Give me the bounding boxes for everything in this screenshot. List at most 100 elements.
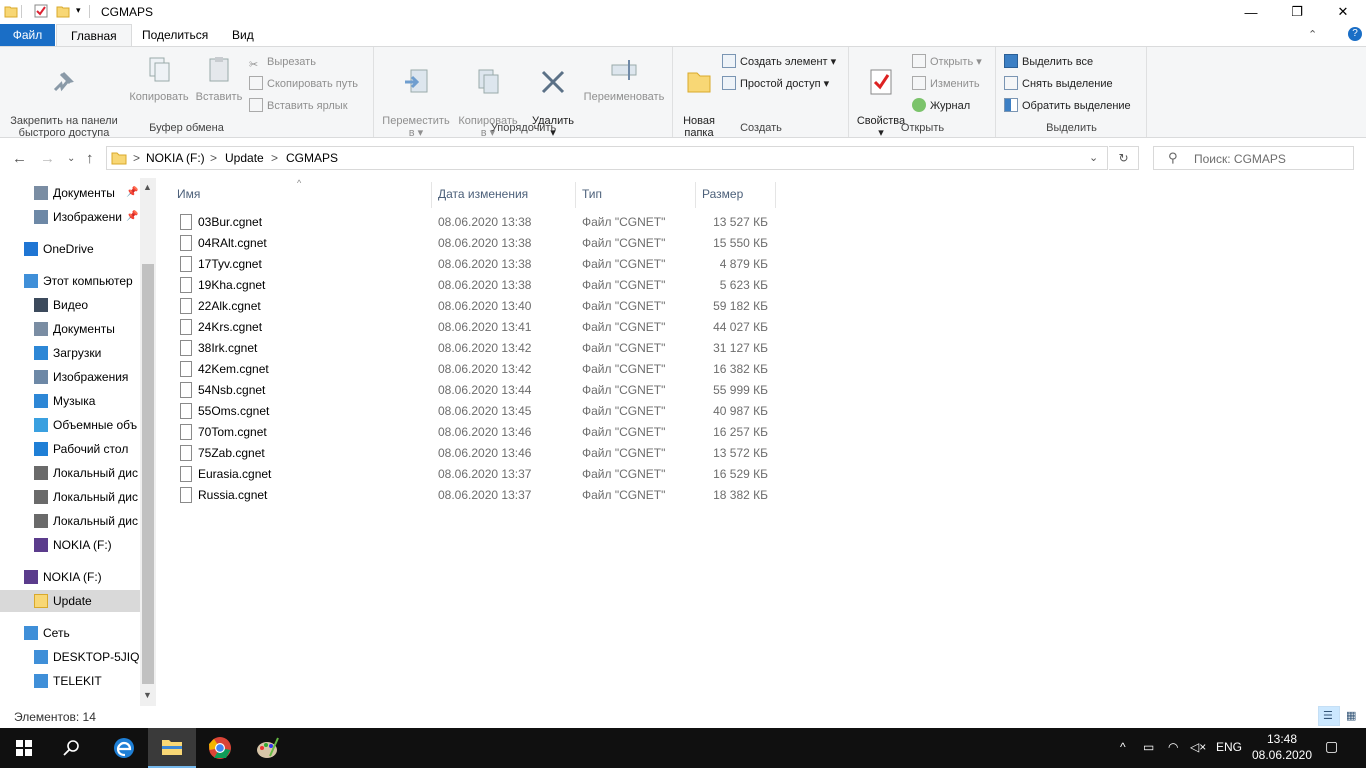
- up-arrow-icon[interactable]: ↑: [86, 150, 94, 167]
- new-item-button[interactable]: Создать элемент ▾: [722, 52, 836, 72]
- rename-button[interactable]: Переименовать: [579, 51, 669, 103]
- tab-home[interactable]: Главная: [56, 24, 132, 47]
- breadcrumb-drive[interactable]: NOKIA (F:): [146, 151, 205, 165]
- taskbar-edge[interactable]: [100, 728, 148, 768]
- details-view-button[interactable]: ☰: [1318, 706, 1340, 726]
- address-bar[interactable]: > NOKIA (F:) > Update > CGMAPS ⌄: [106, 146, 1108, 170]
- nav-item[interactable]: NOKIA (F:): [0, 534, 140, 556]
- nav-item[interactable]: Музыка: [0, 390, 140, 412]
- customize-quick-access-icon[interactable]: ▾: [76, 5, 81, 16]
- easy-access-button[interactable]: Простой доступ ▾: [722, 74, 829, 94]
- file-row[interactable]: 75Zab.cgnet 08.06.2020 13:46 Файл "CGNET" 1…: [175, 443, 775, 464]
- file-date: 08.06.2020 13:42: [438, 341, 532, 355]
- nav-item[interactable]: Изображения: [0, 366, 140, 388]
- clock[interactable]: 13:48 08.06.2020: [1246, 731, 1318, 763]
- address-history-icon[interactable]: ⌄: [1089, 151, 1098, 164]
- invert-selection-button[interactable]: Обратить выделение: [1004, 96, 1131, 116]
- tab-file[interactable]: Файл: [0, 24, 55, 47]
- taskbar-file-explorer[interactable]: [148, 728, 196, 768]
- column-divider[interactable]: [695, 182, 696, 208]
- language-indicator[interactable]: ENG: [1216, 740, 1242, 754]
- edit-button[interactable]: Изменить: [912, 74, 980, 94]
- tab-view[interactable]: Вид: [218, 24, 268, 47]
- wifi-icon[interactable]: ◠: [1168, 740, 1178, 754]
- tab-share[interactable]: Поделиться: [128, 24, 222, 47]
- nav-item[interactable]: Локальный дис: [0, 462, 140, 484]
- select-all-button[interactable]: Выделить все: [1004, 52, 1093, 72]
- file-row[interactable]: Russia.cgnet 08.06.2020 13:37 Файл "CGNET"…: [175, 485, 775, 506]
- recent-locations-icon[interactable]: ⌄: [67, 153, 75, 164]
- column-divider[interactable]: [775, 182, 776, 208]
- file-row[interactable]: 70Tom.cgnet 08.06.2020 13:46 Файл "CGNET" 1…: [175, 422, 775, 443]
- column-header-size[interactable]: Размер: [702, 187, 743, 201]
- file-row[interactable]: 04RAlt.cgnet 08.06.2020 13:38 Файл "CGNET"…: [175, 233, 775, 254]
- nav-item[interactable]: Изображени 📌: [0, 206, 140, 228]
- file-row[interactable]: 54Nsb.cgnet 08.06.2020 13:44 Файл "CGNET" 5…: [175, 380, 775, 401]
- file-row[interactable]: 24Krs.cgnet 08.06.2020 13:41 Файл "CGNET" 4…: [175, 317, 775, 338]
- column-header-type[interactable]: Тип: [582, 187, 602, 201]
- file-row[interactable]: 17Tyv.cgnet 08.06.2020 13:38 Файл "CGNET" 4…: [175, 254, 775, 275]
- column-header-name[interactable]: Имя: [177, 187, 200, 201]
- nav-item[interactable]: Документы 📌: [0, 182, 140, 204]
- nav-scroll-thumb[interactable]: [142, 264, 154, 684]
- maximize-button[interactable]: ❐: [1274, 0, 1320, 24]
- battery-icon[interactable]: ▭: [1143, 740, 1154, 754]
- copy-path-button[interactable]: Скопировать путь: [249, 74, 358, 94]
- show-hidden-icons[interactable]: ^: [1120, 740, 1126, 754]
- collapse-ribbon-icon[interactable]: ⌃: [1308, 28, 1317, 41]
- nav-item[interactable]: Update: [0, 590, 140, 612]
- breadcrumb-update[interactable]: Update: [225, 151, 264, 165]
- cut-button[interactable]: ✂ Вырезать: [249, 52, 316, 72]
- help-icon[interactable]: ?: [1348, 27, 1362, 41]
- minimize-button[interactable]: —: [1228, 0, 1274, 24]
- nav-item[interactable]: Этот компьютер: [0, 270, 140, 292]
- delete-icon: [541, 70, 565, 94]
- start-button[interactable]: [0, 728, 48, 768]
- nav-item[interactable]: Локальный дис: [0, 486, 140, 508]
- nav-item[interactable]: Документы: [0, 318, 140, 340]
- column-divider[interactable]: [575, 182, 576, 208]
- nav-item[interactable]: Видео: [0, 294, 140, 316]
- scroll-down-icon[interactable]: ▼: [143, 690, 152, 700]
- new-folder-icon: [687, 72, 711, 93]
- breadcrumb-cgmaps[interactable]: CGMAPS: [286, 151, 338, 165]
- file-row[interactable]: 22Alk.cgnet 08.06.2020 13:40 Файл "CGNET" 5…: [175, 296, 775, 317]
- notifications-icon[interactable]: ▢: [1325, 738, 1338, 755]
- nav-item[interactable]: OneDrive: [0, 238, 140, 260]
- nav-item[interactable]: Сеть: [0, 622, 140, 644]
- file-row[interactable]: 55Oms.cgnet 08.06.2020 13:45 Файл "CGNET" 4…: [175, 401, 775, 422]
- close-button[interactable]: ✕: [1320, 0, 1366, 24]
- nav-item[interactable]: Загрузки: [0, 342, 140, 364]
- properties-icon[interactable]: [34, 4, 48, 18]
- search-button[interactable]: [48, 728, 96, 768]
- file-row[interactable]: Eurasia.cgnet 08.06.2020 13:37 Файл "CGNET…: [175, 464, 775, 485]
- nav-item[interactable]: TELEKIT: [0, 670, 140, 692]
- file-row[interactable]: 42Kem.cgnet 08.06.2020 13:42 Файл "CGNET" 1…: [175, 359, 775, 380]
- new-folder-icon[interactable]: [56, 4, 70, 18]
- file-row[interactable]: 03Bur.cgnet 08.06.2020 13:38 Файл "CGNET" 1…: [175, 212, 775, 233]
- scroll-up-icon[interactable]: ▲: [143, 182, 152, 192]
- nav-item[interactable]: DESKTOP-5JIQPS: [0, 646, 140, 668]
- nav-item[interactable]: Локальный дис: [0, 510, 140, 532]
- nav-item[interactable]: Объемные объ: [0, 414, 140, 436]
- copy-button[interactable]: Копировать: [126, 51, 192, 103]
- select-none-button[interactable]: Снять выделение: [1004, 74, 1113, 94]
- search-box[interactable]: ⚲ Поиск: CGMAPS: [1153, 146, 1354, 170]
- volume-icon[interactable]: ◁×: [1190, 740, 1206, 754]
- file-row[interactable]: 19Kha.cgnet 08.06.2020 13:38 Файл "CGNET" 5…: [175, 275, 775, 296]
- nav-item[interactable]: Рабочий стол: [0, 438, 140, 460]
- column-header-date[interactable]: Дата изменения: [438, 187, 528, 201]
- paste-shortcut-button[interactable]: Вставить ярлык: [249, 96, 348, 116]
- nav-item[interactable]: NOKIA (F:): [0, 566, 140, 588]
- large-icons-view-button[interactable]: ▦: [1341, 706, 1363, 726]
- taskbar-paint[interactable]: [244, 728, 292, 768]
- open-button[interactable]: Открыть ▾: [912, 52, 982, 72]
- column-divider[interactable]: [431, 182, 432, 208]
- forward-arrow-icon[interactable]: →: [40, 150, 55, 167]
- file-row[interactable]: 38Irk.cgnet 08.06.2020 13:42 Файл "CGNET" 3…: [175, 338, 775, 359]
- refresh-button[interactable]: ↻: [1109, 146, 1139, 170]
- paste-button[interactable]: Вставить: [194, 51, 244, 103]
- history-button[interactable]: Журнал: [912, 96, 970, 116]
- back-arrow-icon[interactable]: ←: [12, 150, 27, 167]
- taskbar-chrome[interactable]: [196, 728, 244, 768]
